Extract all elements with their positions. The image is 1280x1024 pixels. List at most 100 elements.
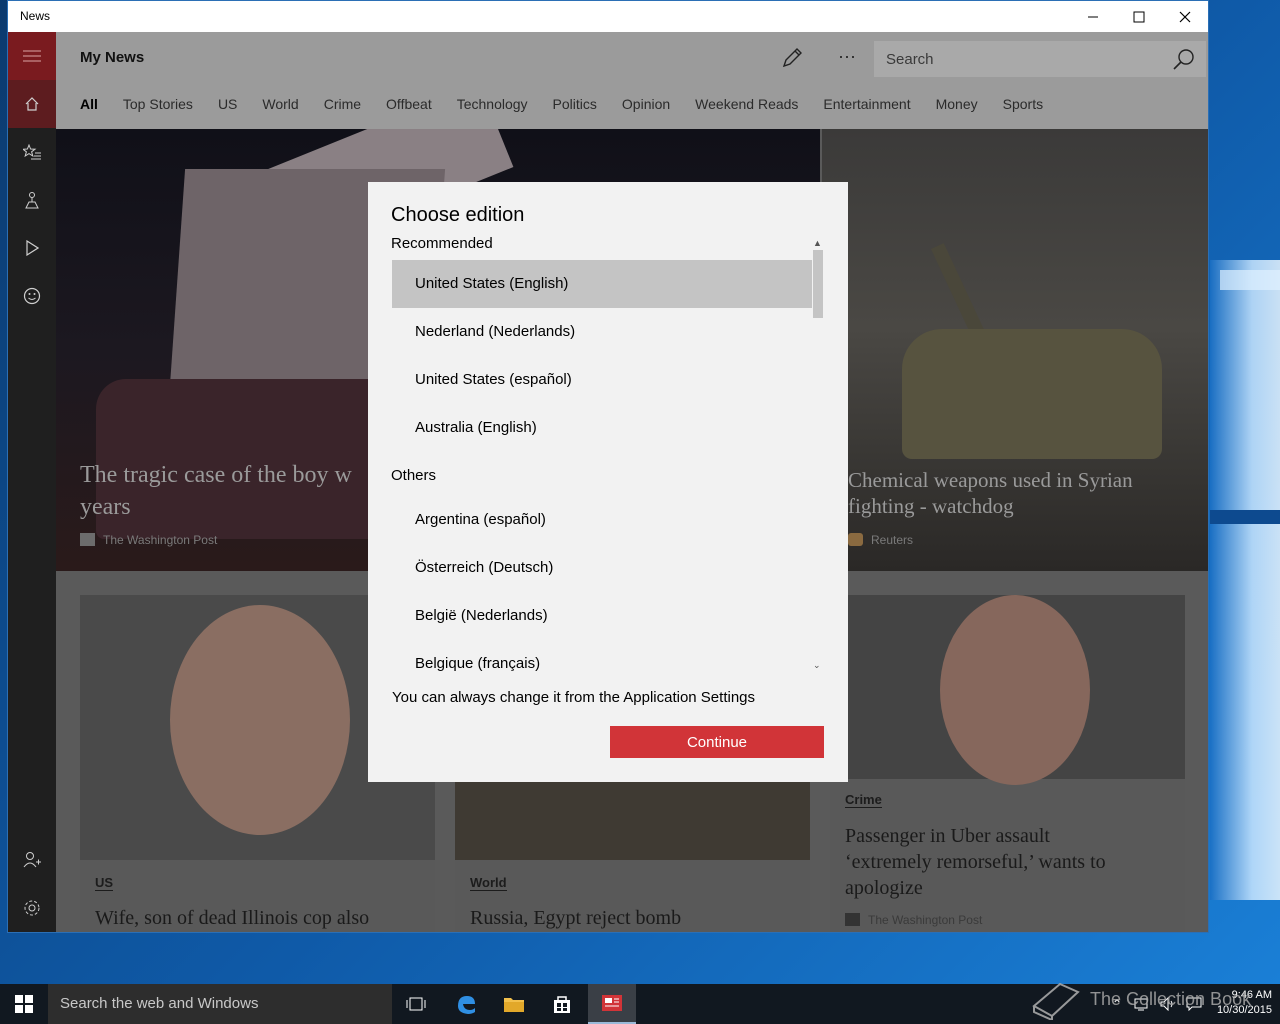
maximize-button[interactable] — [1116, 1, 1162, 32]
edition-option[interactable]: Argentina (español) — [392, 496, 812, 544]
start-button[interactable] — [0, 984, 48, 1024]
scrollbar-thumb[interactable] — [813, 250, 823, 318]
edition-option[interactable]: Nederland (Nederlands) — [392, 308, 812, 356]
store-button[interactable] — [538, 984, 586, 1024]
more-options-button[interactable]: ··· — [838, 46, 856, 67]
play-icon — [26, 240, 39, 256]
edition-option[interactable]: Australia (English) — [392, 404, 812, 452]
minimize-icon — [1088, 16, 1098, 17]
taskbar-search-box[interactable]: Search the web and Windows — [48, 984, 392, 1024]
edition-list[interactable]: Recommended United States (English) Nede… — [391, 234, 831, 684]
story-card-1-headline: Wife, son of dead Illinois cop also — [95, 907, 370, 929]
sidebar-item-home[interactable] — [8, 80, 56, 128]
tab-money[interactable]: Money — [936, 96, 978, 116]
close-button[interactable] — [1162, 1, 1208, 32]
story-card-2-category[interactable]: World — [470, 875, 507, 891]
folder-icon — [504, 998, 524, 1012]
recommended-header: Recommended — [391, 235, 493, 252]
tab-top-stories[interactable]: Top Stories — [123, 96, 193, 116]
wallpaper-light-beam — [1210, 260, 1280, 900]
page-title: My News — [80, 49, 145, 66]
tab-weekend-reads[interactable]: Weekend Reads — [695, 96, 798, 116]
watermark: The Collection Book — [1030, 974, 1251, 1024]
minimize-button[interactable] — [1070, 1, 1116, 32]
story-card-3-category[interactable]: Crime — [845, 792, 882, 808]
tab-politics[interactable]: Politics — [553, 96, 597, 116]
edition-option[interactable]: Belgique (français) — [392, 640, 812, 684]
task-view-button[interactable] — [392, 984, 440, 1024]
continue-button[interactable]: Continue — [610, 726, 824, 758]
tab-opinion[interactable]: Opinion — [622, 96, 670, 116]
pencil-icon[interactable] — [780, 46, 804, 70]
washington-post-logo-icon — [80, 533, 95, 546]
tab-technology[interactable]: Technology — [457, 96, 528, 116]
star-list-icon — [23, 144, 41, 160]
sidebar-item-feedback[interactable] — [8, 272, 56, 320]
tab-sports[interactable]: Sports — [1003, 96, 1043, 116]
wallpaper-light-top — [1220, 270, 1280, 290]
edition-option-selected[interactable]: United States (English) — [392, 260, 812, 308]
tab-us[interactable]: US — [218, 96, 237, 116]
story-card-2-headline: Russia, Egypt reject bomb — [470, 907, 682, 929]
person-add-icon — [23, 852, 41, 868]
sidebar-item-settings[interactable] — [8, 884, 56, 932]
gear-icon — [24, 900, 40, 916]
book-icon — [1032, 982, 1080, 1020]
sidebar-item-local[interactable] — [8, 176, 56, 224]
store-bag-icon — [554, 996, 570, 1013]
story-card-3-headline-line2: ‘extremely remorseful,’ wants to — [845, 851, 1106, 873]
hero-headline-2: Chemical weapons used in Syrian fighting… — [848, 467, 1133, 519]
tab-entertainment[interactable]: Entertainment — [823, 96, 910, 116]
choose-edition-dialog: Choose edition Recommended United States… — [368, 182, 848, 782]
hero-story-2[interactable]: Chemical weapons used in Syrian fighting… — [822, 129, 1208, 571]
tab-crime[interactable]: Crime — [324, 96, 361, 116]
hero-source-2: Reuters — [848, 533, 913, 547]
story-card-1-category[interactable]: US — [95, 875, 114, 891]
file-explorer-button[interactable] — [490, 984, 538, 1024]
story-card-3[interactable]: Crime Passenger in Uber assault ‘extreme… — [830, 595, 1185, 932]
sidebar-item-video[interactable] — [8, 224, 56, 272]
window-title: News — [20, 9, 51, 23]
search-icon[interactable] — [1172, 47, 1196, 71]
news-icon — [602, 995, 622, 1011]
hamburger-menu-button[interactable] — [8, 32, 56, 80]
edition-option[interactable]: Österreich (Deutsch) — [392, 544, 812, 592]
hero-headline-1-line2: years — [80, 494, 131, 520]
story-card-3-photo — [830, 595, 1185, 785]
home-icon — [25, 97, 39, 111]
hamburger-icon — [23, 50, 41, 62]
story-card-3-headline-line1: Passenger in Uber assault — [845, 825, 1050, 847]
watermark-text: The Collection Book — [1090, 988, 1252, 1009]
sidebar-item-account[interactable] — [8, 836, 56, 884]
dialog-note: You can always change it from the Applic… — [392, 689, 756, 706]
reuters-logo-icon — [848, 533, 863, 546]
hero-source-2-name: Reuters — [871, 533, 914, 547]
close-icon — [1179, 11, 1191, 22]
story-card-3-headline-line3: apologize — [845, 877, 923, 899]
edition-option[interactable]: United States (español) — [392, 356, 812, 404]
tab-all[interactable]: All — [80, 96, 98, 116]
smiley-icon — [23, 287, 41, 305]
sidebar-item-interests[interactable] — [8, 128, 56, 176]
story-card-1-face — [170, 605, 350, 835]
hero-headline-1-line1: The tragic case of the boy w — [80, 462, 352, 488]
scroll-up-icon[interactable]: ▲ — [813, 238, 822, 248]
tab-offbeat[interactable]: Offbeat — [386, 96, 432, 116]
maximize-icon — [1133, 11, 1145, 22]
story-card-3-source: The Washington Post — [845, 913, 982, 927]
edge-browser-button[interactable] — [442, 984, 490, 1024]
news-app-taskbar-button[interactable] — [588, 984, 636, 1024]
hero-headline-1: The tragic case of the boy w years — [80, 459, 352, 523]
wallpaper-window-divider — [1210, 510, 1280, 524]
hero-headline-2-line1: Chemical weapons used in Syrian — [848, 468, 1133, 492]
story-card-3-source-name: The Washington Post — [868, 913, 983, 927]
search-input[interactable] — [874, 41, 1164, 77]
tab-world[interactable]: World — [262, 96, 298, 116]
edition-option[interactable]: België (Nederlands) — [392, 592, 812, 640]
scroll-down-icon[interactable]: ⌄ — [813, 660, 821, 671]
search-box[interactable] — [874, 41, 1206, 77]
task-view-icon — [406, 997, 426, 1011]
title-bar[interactable]: News — [8, 1, 1208, 32]
washington-post-logo-icon — [845, 913, 860, 926]
location-icon — [25, 192, 39, 209]
